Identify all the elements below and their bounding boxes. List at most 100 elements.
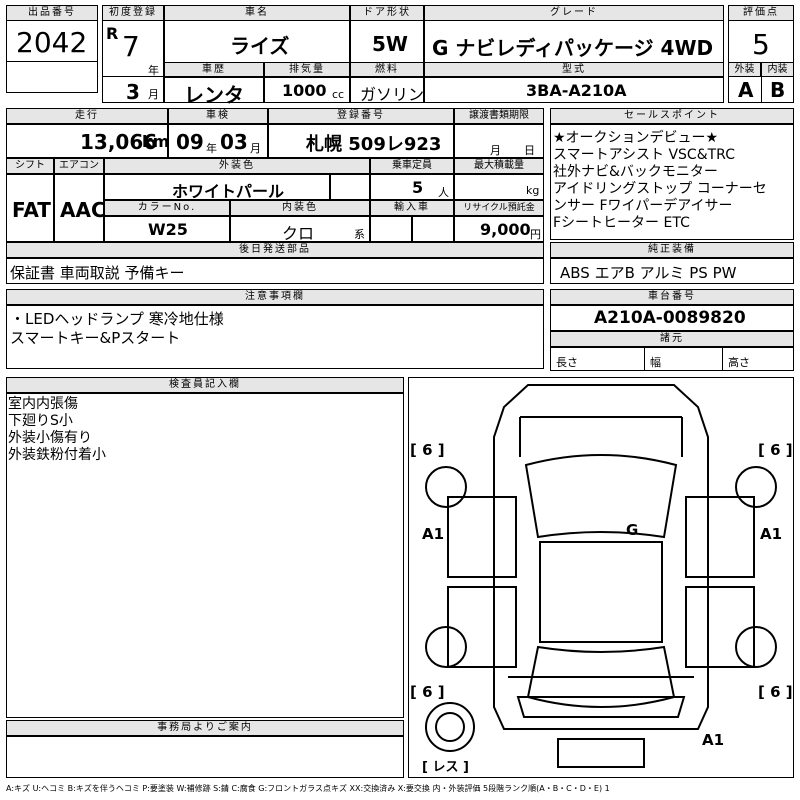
ext-color-extra (330, 174, 370, 200)
capacity-label: 乗車定員 (370, 158, 454, 174)
note-line: ・LEDヘッドランプ 寒冷地仕様 (10, 310, 224, 328)
selling-points-label: セールスポイント (550, 108, 794, 124)
selling-point-line: アイドリングストップ コーナーセ (553, 181, 767, 197)
mark-spare: [ レス ] (422, 760, 469, 775)
selling-point-line: ★オークションデビュー★ (553, 130, 719, 146)
selling-points-list: ★オークションデビュー★ スマートアシスト VSC&TRC 社外ナビ&バックモニ… (553, 130, 793, 232)
recycle-label: リサイクル預託金 (454, 200, 544, 216)
import-label: 輸入車 (370, 200, 454, 216)
capacity-unit: 人 (438, 186, 449, 199)
chassis-value: A210A-0089820 (594, 308, 746, 328)
inspection-month-unit: 月 (250, 142, 261, 155)
score-label: 評価点 (728, 5, 794, 21)
fuel-value: ガソリン (360, 85, 425, 104)
inspection-month: 03 (220, 130, 248, 154)
max-load-label: 最大積載量 (454, 158, 544, 174)
mark-fr-tire: [ 6 ] (758, 441, 793, 459)
grade-label: グレード (424, 5, 724, 21)
exterior-grade: A (738, 78, 754, 102)
mark-roof: G (626, 521, 638, 539)
history-value: レンタ (184, 83, 244, 107)
history-label: 車歴 (164, 62, 264, 77)
selling-point-line: ンサー Fワイパーデアイサー (553, 198, 733, 214)
door-label: ドア形状 (350, 5, 424, 21)
dims-label: 諸元 (550, 331, 794, 347)
model-value: 3BA-A210A (526, 81, 627, 100)
displacement-value: 1000 (282, 81, 327, 100)
int-color-label: 内装色 (230, 200, 370, 216)
inspector-line: 室内内張傷 (8, 396, 78, 412)
lot-number: 2042 (16, 26, 88, 59)
transfer-label: 譲渡書類期限 (454, 108, 544, 124)
legend: A:キズ U:ヘコミ B:キズを伴うヘコミ P:要塗装 W:補修跡 S:錆 C:… (6, 784, 610, 793)
transfer-month-unit: 月 (490, 144, 501, 157)
reg-month: 3 (126, 80, 140, 104)
reg-year: 7 (122, 30, 140, 63)
grade-value: G ナビレディパッケージ 4WD (432, 36, 714, 60)
office-box (6, 736, 404, 778)
shift-value: FAT (12, 198, 51, 222)
score-split (761, 77, 762, 103)
inspector-line: 外装小傷有り (8, 430, 92, 446)
color-no-label: カラーNo. (104, 200, 230, 216)
inspector-label: 検査員記入欄 (6, 377, 404, 393)
later-parts-label: 後日発送部品 (6, 242, 544, 258)
inspection-label: 車検 (168, 108, 268, 124)
notes-list: ・LEDヘッドランプ 寒冷地仕様 スマートキー&Pスタート (10, 310, 224, 348)
ext-color-label: 外装色 (104, 158, 370, 174)
recycle-unit: 円 (530, 228, 541, 241)
reg-divider (102, 76, 164, 77)
dims-length: 長さ (556, 356, 578, 369)
capacity-value: 5 (412, 178, 424, 197)
mark-left: A1 (422, 525, 444, 543)
lot-label: 出品番号 (6, 5, 98, 21)
int-color-value: クロ (282, 224, 315, 243)
dims-split-2 (722, 347, 723, 371)
door-value: 5W (372, 32, 408, 56)
car-name-label: 車名 (164, 5, 350, 21)
recycle-value: 9,000 (480, 220, 531, 239)
mark-fl-tire: [ 6 ] (410, 441, 445, 459)
selling-point-line: Fシートヒーター ETC (553, 215, 690, 231)
notes-label: 注意事項欄 (6, 289, 544, 305)
transfer-day-unit: 日 (524, 144, 535, 157)
later-parts-value: 保証書 車両取説 予備キー (10, 264, 185, 282)
interior-grade: B (770, 78, 786, 102)
mileage-unit: km (142, 132, 170, 151)
dims-width: 幅 (650, 356, 661, 369)
mileage-label: 走行 (6, 108, 168, 124)
model-label: 型式 (424, 62, 724, 77)
ext-color-value: ホワイトパール (172, 182, 285, 201)
office-label: 事務局よりご案内 (6, 720, 404, 736)
dims-box (550, 347, 794, 371)
note-line: スマートキー&Pスタート (10, 329, 181, 347)
dims-split-1 (644, 347, 645, 371)
mark-rear: A1 (702, 731, 724, 749)
inspector-line: 下廻りS小 (8, 413, 73, 429)
selling-point-line: スマートアシスト VSC&TRC (553, 147, 735, 163)
fuel-label: 燃料 (350, 62, 424, 77)
color-no-value: W25 (148, 220, 188, 239)
dims-height: 高さ (728, 356, 750, 369)
inspection-year: 09 (176, 130, 204, 154)
reg-era: R (106, 24, 119, 43)
equipment-label: 純正装備 (550, 242, 794, 258)
exterior-label: 外装 (728, 62, 761, 77)
chassis-label: 車台番号 (550, 289, 794, 305)
reg-label: 初度登録 (102, 5, 164, 21)
inspection-year-unit: 年 (206, 142, 217, 155)
import-box-2 (412, 216, 454, 242)
mark-rl-tire: [ 6 ] (410, 683, 445, 701)
int-color-unit: 系 (354, 228, 365, 241)
aircon-value: AAC (60, 198, 106, 222)
displacement-label: 排気量 (264, 62, 350, 77)
car-name: ライズ (230, 34, 290, 58)
mark-rr-tire: [ 6 ] (758, 683, 793, 701)
import-box (370, 216, 412, 242)
equipment-value: ABS エアB アルミ PS PW (560, 264, 737, 282)
reg-month-unit: 月 (148, 88, 159, 101)
mark-right: A1 (760, 525, 782, 543)
displacement-unit: cc (332, 88, 345, 101)
plate-label: 登録番号 (268, 108, 454, 124)
lot-divider (6, 61, 98, 62)
